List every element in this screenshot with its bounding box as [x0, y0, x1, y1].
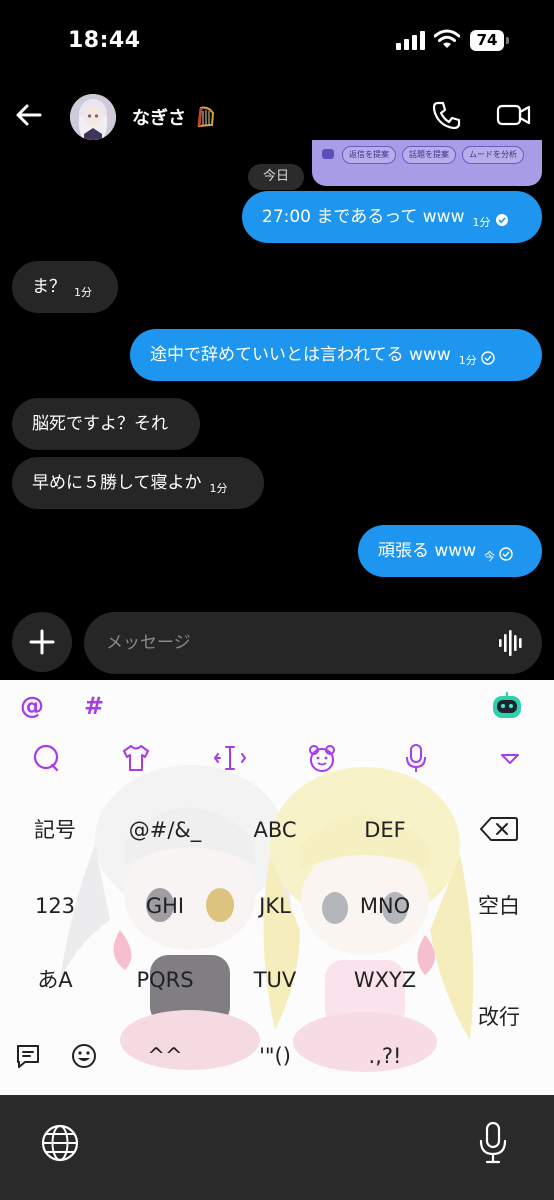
delete-key[interactable]	[444, 800, 554, 860]
key-brackets[interactable]: '"()	[220, 1026, 330, 1086]
message-text: 早めに５勝して寝よか	[32, 473, 202, 493]
battery-level: 74	[470, 30, 504, 51]
add-attachment-button[interactable]	[12, 612, 72, 672]
key-punct-marks[interactable]: .,?!	[330, 1026, 440, 1086]
key-mno[interactable]: MNO	[330, 876, 440, 936]
collapse-chevron-icon[interactable]	[494, 742, 526, 774]
suggest-reply-chip[interactable]: 返信を提案	[342, 146, 396, 164]
message-time: 1分	[74, 286, 92, 299]
day-divider: 今日	[248, 164, 304, 190]
status-bar: 18:44 74	[0, 0, 554, 80]
globe-icon[interactable]	[40, 1123, 80, 1163]
backspace-icon	[480, 817, 518, 841]
message-input[interactable]	[84, 612, 542, 674]
japanese-keyboard: @ # 記号 @#/&_ ABC DEF 123 GHI JKL MNO 空白 …	[0, 680, 554, 1095]
message-bubble-sent[interactable]: 27:00 まであるって www 1分	[242, 191, 542, 243]
read-check-icon	[495, 214, 508, 226]
key-ghi[interactable]: GHI	[110, 876, 220, 936]
wifi-icon	[434, 29, 460, 48]
clipboard-chat-icon[interactable]	[14, 1042, 42, 1070]
clock: 18:44	[68, 28, 141, 53]
robot-assistant-icon[interactable]	[490, 690, 524, 722]
suggest-topic-chip[interactable]: 話題を提案	[402, 146, 456, 164]
contact-name-row[interactable]: なぎさ	[132, 104, 216, 130]
key-abc[interactable]: ABC	[220, 800, 330, 860]
sent-check-icon	[499, 547, 513, 561]
hash-symbol-key[interactable]: #	[84, 692, 104, 720]
key-pqrs[interactable]: PQRS	[110, 950, 220, 1010]
message-text: ま？	[32, 277, 66, 297]
key-123[interactable]: 123	[0, 876, 110, 936]
message-bubble-received[interactable]: ま？ 1分	[12, 261, 118, 313]
theme-shirt-icon[interactable]	[120, 742, 152, 774]
key-def[interactable]: DEF	[330, 800, 440, 860]
video-call-icon[interactable]	[496, 98, 532, 132]
ai-assist-card: 返信を提案 話題を提案 ムードを分析	[312, 140, 542, 186]
message-composer	[0, 605, 554, 680]
contact-name: なぎさ	[132, 108, 186, 129]
key-wxyz[interactable]: WXYZ	[330, 950, 440, 1010]
key-enter[interactable]: 改行	[444, 987, 554, 1047]
message-text: 脳死ですよ？それ	[32, 414, 168, 434]
message-time: 1分	[209, 482, 228, 495]
analyze-mood-chip[interactable]: ムードを分析	[462, 146, 524, 164]
battery-tip	[506, 37, 509, 44]
back-arrow-icon[interactable]	[12, 98, 46, 132]
microphone-icon[interactable]	[478, 1121, 508, 1165]
harp-icon	[197, 106, 215, 127]
keyboard-system-bar	[0, 1095, 554, 1200]
at-symbol-key[interactable]: @	[20, 692, 44, 720]
message-bubble-received[interactable]: 早めに５勝して寝よか 1分	[12, 457, 264, 509]
key-kaomoji[interactable]: ^^	[110, 1026, 220, 1086]
cursor-move-icon[interactable]	[214, 742, 246, 774]
avatar-image	[70, 94, 116, 140]
key-space[interactable]: 空白	[444, 876, 554, 936]
search-bubble-icon[interactable]	[30, 742, 62, 774]
key-tuv[interactable]: TUV	[220, 950, 330, 1010]
emoji-bear-icon[interactable]	[306, 742, 338, 774]
plus-icon	[29, 629, 55, 655]
message-bubble-received[interactable]: 脳死ですよ？それ	[12, 398, 200, 450]
key-jkl[interactable]: JKL	[220, 876, 330, 936]
message-time: 1分	[472, 216, 491, 229]
sent-check-icon	[481, 351, 495, 365]
message-text: 途中で辞めていいとは言われてる www	[150, 345, 451, 365]
avatar[interactable]	[70, 94, 116, 140]
battery-indicator: 74	[470, 30, 510, 51]
key-symbols[interactable]: 記号	[0, 800, 110, 860]
message-bubble-sent[interactable]: 頑張る www 今	[358, 525, 542, 577]
message-bubble-sent[interactable]: 途中で辞めていいとは言われてる www 1分	[130, 329, 542, 381]
phone-icon[interactable]	[430, 98, 464, 132]
key-kana-switch[interactable]: あA	[0, 950, 110, 1010]
message-time: 今	[484, 550, 496, 563]
voice-waveform-icon[interactable]	[498, 629, 526, 657]
message-text: 頑張る www	[378, 541, 477, 561]
emoji-smile-icon[interactable]	[70, 1042, 98, 1070]
key-punctuation[interactable]: @#/&_	[110, 800, 220, 860]
voice-input-icon[interactable]	[400, 742, 432, 774]
message-time: 1分	[458, 354, 477, 367]
message-text: 27:00 まであるって www	[262, 207, 465, 227]
cellular-signal-icon	[396, 31, 425, 50]
ai-assist-icon	[322, 149, 334, 159]
